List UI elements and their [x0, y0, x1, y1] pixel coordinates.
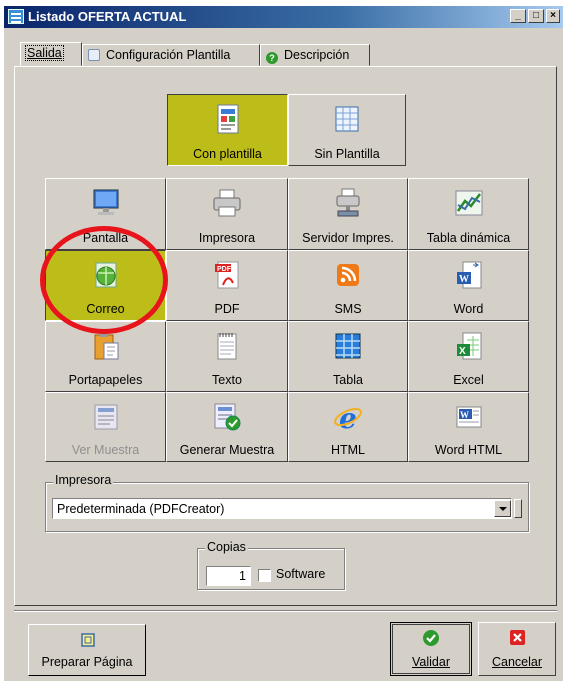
- internet-explorer-icon: e: [334, 402, 362, 433]
- con-plantilla-button[interactable]: Con plantilla: [167, 94, 288, 166]
- html-label: HTML: [330, 443, 366, 457]
- excel-doc-icon: X: [456, 332, 481, 360]
- word-doc-icon: W: [456, 261, 481, 289]
- window-title: Listado OFERTA ACTUAL: [28, 9, 187, 24]
- pdf-button[interactable]: PDF PDF: [166, 250, 288, 321]
- portapapeles-button[interactable]: Portapapeles: [45, 321, 166, 392]
- word-html-label: Word HTML: [434, 443, 503, 457]
- check-icon: [423, 630, 439, 646]
- generar-muestra-label: Generar Muestra: [179, 443, 275, 457]
- excel-label: Excel: [453, 373, 484, 387]
- print-server-icon: [336, 188, 360, 217]
- tab-salida-label: Salida: [25, 45, 64, 61]
- maximize-button[interactable]: □: [528, 9, 544, 23]
- help-question-icon: ?: [266, 52, 278, 64]
- tab-configuracion-plantilla[interactable]: Configuración Plantilla: [82, 44, 260, 66]
- cancelar-button[interactable]: Cancelar: [478, 622, 556, 676]
- generar-muestra-button[interactable]: Generar Muestra: [166, 392, 288, 462]
- software-checkbox[interactable]: [258, 569, 271, 582]
- word-button[interactable]: W Word: [408, 250, 529, 321]
- word-html-icon: W: [456, 406, 481, 428]
- app-list-icon: [8, 9, 24, 24]
- printer-options-button[interactable]: [514, 499, 522, 518]
- monitor-icon: [93, 189, 118, 215]
- tab-descripcion-label: Descripción: [284, 48, 350, 62]
- impresora-label: Impresora: [198, 231, 256, 245]
- cancel-x-icon: [510, 630, 525, 645]
- correo-button[interactable]: Correo: [45, 250, 166, 321]
- pdf-icon: PDF: [215, 261, 239, 289]
- servidor-impres-button[interactable]: Servidor Impres.: [288, 178, 408, 250]
- cancelar-label: Cancelar: [491, 655, 543, 669]
- printer-dropdown-arrow-icon[interactable]: [494, 500, 511, 517]
- svg-text:PDF: PDF: [217, 266, 232, 273]
- template-sheet-icon: [88, 49, 100, 61]
- copies-group-label: Copias: [205, 540, 248, 554]
- pivot-chart-icon: [455, 190, 482, 216]
- svg-text:e: e: [339, 402, 357, 433]
- html-button[interactable]: e HTML: [288, 392, 408, 462]
- texto-label: Texto: [212, 373, 242, 387]
- printer-select-value: Predeterminada (PDFCreator): [57, 502, 225, 516]
- sin-plantilla-label: Sin Plantilla: [314, 147, 380, 161]
- rss-sms-icon: [337, 264, 359, 286]
- tabla-dinamica-label: Tabla dinámica: [426, 231, 511, 245]
- tabla-label: Tabla: [333, 373, 363, 387]
- title-bar[interactable]: Listado OFERTA ACTUAL _ □ ×: [4, 6, 563, 28]
- blank-grid-icon: [335, 106, 359, 132]
- software-label: Software: [276, 567, 326, 581]
- tab-salida[interactable]: Salida: [20, 42, 82, 66]
- svg-text:W: W: [459, 274, 469, 285]
- sms-button[interactable]: SMS: [288, 250, 408, 321]
- validar-label: Validar: [412, 655, 450, 669]
- generate-sample-icon: [214, 403, 241, 431]
- page-setup-icon: [81, 633, 95, 647]
- footer-separator: [14, 610, 557, 612]
- printer-icon: [213, 189, 241, 217]
- preparar-pagina-label: Preparar Página: [41, 655, 133, 669]
- tabla-dinamica-button[interactable]: Tabla dinámica: [408, 178, 529, 250]
- preparar-pagina-button[interactable]: Preparar Página: [28, 624, 146, 676]
- word-label: Word: [453, 302, 484, 316]
- pantalla-button[interactable]: Pantalla: [45, 178, 166, 250]
- con-plantilla-label: Con plantilla: [193, 147, 262, 161]
- ver-muestra-label: Ver Muestra: [71, 443, 140, 457]
- printer-group-label: Impresora: [53, 473, 114, 487]
- notepad-icon: [217, 333, 237, 360]
- svg-text:W: W: [460, 410, 469, 420]
- close-button[interactable]: ×: [546, 9, 560, 23]
- validar-button[interactable]: Validar: [390, 622, 472, 676]
- texto-button[interactable]: Texto: [166, 321, 288, 392]
- clipboard-icon: [94, 333, 118, 360]
- tab-configuracion-label: Configuración Plantilla: [106, 48, 231, 62]
- impresora-button[interactable]: Impresora: [166, 178, 288, 250]
- svg-text:X: X: [459, 346, 466, 357]
- copies-value: 1: [239, 569, 246, 583]
- minimize-button[interactable]: _: [510, 9, 526, 23]
- email-globe-icon: [95, 262, 116, 288]
- template-doc-icon: [217, 104, 238, 134]
- table-icon: [335, 333, 361, 359]
- sms-label: SMS: [334, 302, 362, 316]
- tabla-button[interactable]: Tabla: [288, 321, 408, 392]
- excel-button[interactable]: X Excel: [408, 321, 529, 392]
- pantalla-label: Pantalla: [82, 231, 129, 245]
- copies-input[interactable]: 1: [206, 566, 251, 586]
- word-html-button[interactable]: W Word HTML: [408, 392, 529, 462]
- printer-select[interactable]: Predeterminada (PDFCreator): [52, 498, 512, 519]
- sin-plantilla-button[interactable]: Sin Plantilla: [288, 94, 406, 166]
- pdf-label: PDF: [214, 302, 240, 316]
- tab-descripcion[interactable]: ? Descripción: [260, 44, 370, 66]
- servidor-impres-label: Servidor Impres.: [302, 231, 394, 245]
- view-sample-icon: [94, 404, 117, 430]
- ver-muestra-button[interactable]: Ver Muestra: [45, 392, 166, 462]
- correo-label: Correo: [86, 302, 125, 316]
- portapapeles-label: Portapapeles: [68, 373, 143, 387]
